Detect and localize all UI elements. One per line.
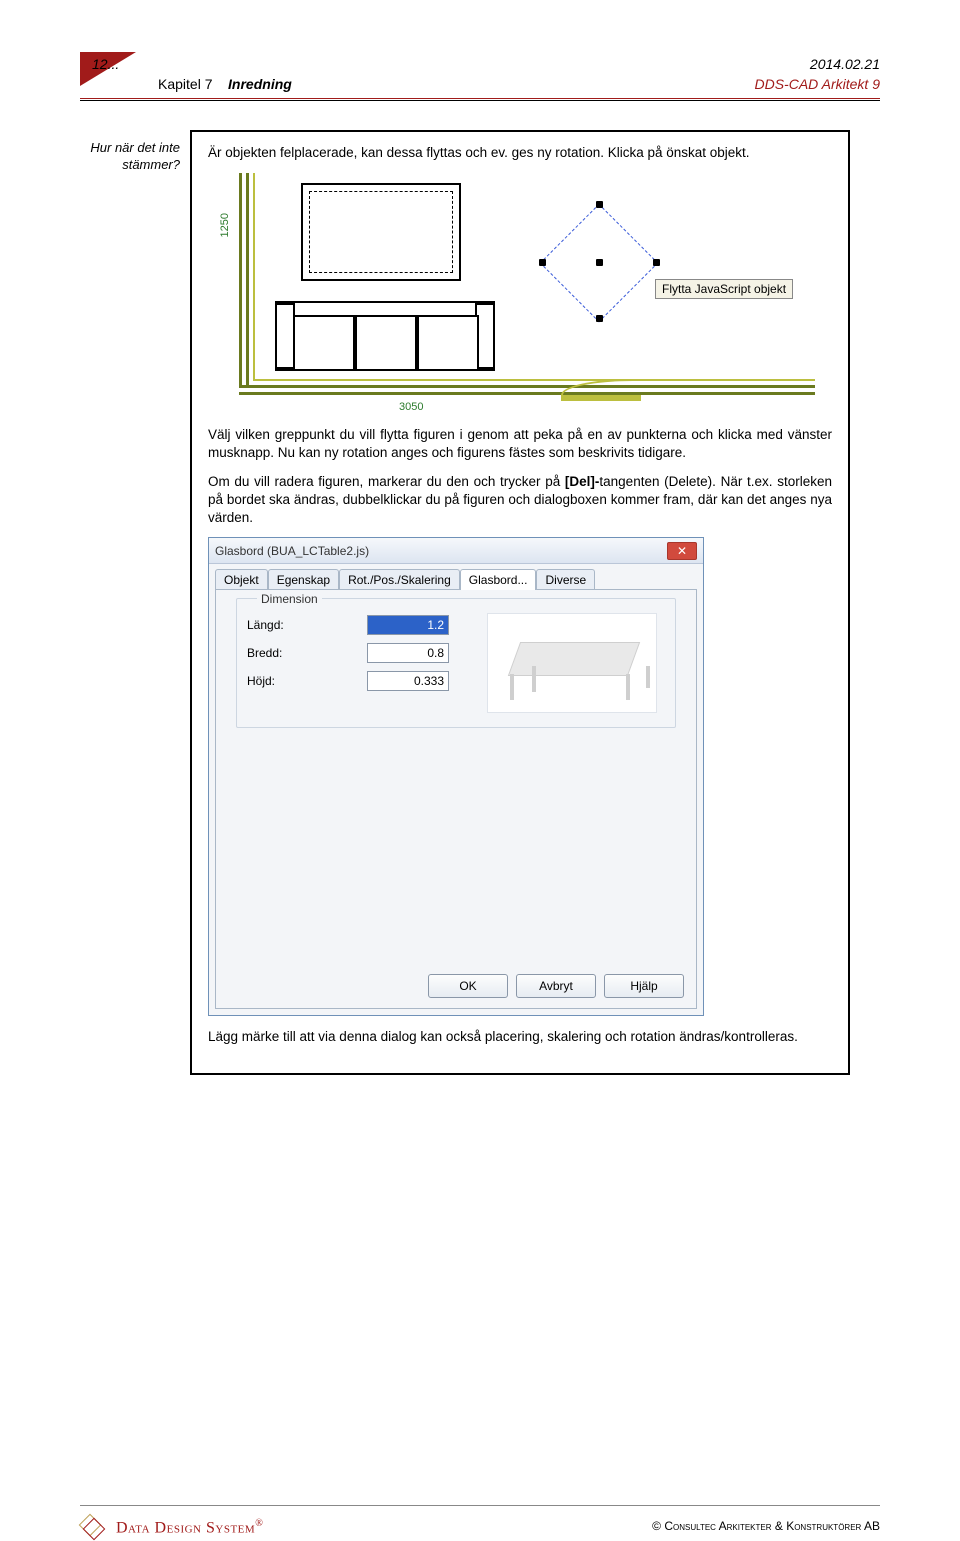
tab-diverse[interactable]: Diverse xyxy=(536,569,595,590)
height-field[interactable] xyxy=(367,671,449,691)
tab-objekt[interactable]: Objekt xyxy=(215,569,268,590)
dimension-horizontal: 3050 xyxy=(399,401,423,413)
length-label: Längd: xyxy=(247,618,367,632)
para-4: Lägg märke till att via denna dialog kan… xyxy=(208,1028,832,1046)
dialog-title: Glasbord (BUA_LCTable2.js) xyxy=(215,544,369,558)
object-preview xyxy=(487,613,657,713)
tab-glasbord[interactable]: Glasbord... xyxy=(460,569,537,590)
para-1: Är objekten felplacerade, kan dessa flyt… xyxy=(208,144,832,162)
footer-copyright: © Consultec Arkitekter & Konstruktörer A… xyxy=(652,1519,880,1533)
close-icon[interactable]: ✕ xyxy=(667,542,697,560)
width-field[interactable] xyxy=(367,643,449,663)
selected-object-handles xyxy=(539,203,659,323)
wall-horizontal xyxy=(239,385,815,395)
dialog-panel: Dimension Längd: Bredd: Höjd: xyxy=(215,589,697,1009)
dialog-titlebar: Glasbord (BUA_LCTable2.js) ✕ xyxy=(209,538,703,564)
content-box: Är objekten felplacerade, kan dessa flyt… xyxy=(190,130,850,1075)
chapter-title: Inredning xyxy=(228,76,292,92)
inner-wall-v xyxy=(253,173,255,381)
tv-symbol xyxy=(301,183,461,281)
door-symbol xyxy=(561,379,641,401)
move-tooltip: Flytta JavaScript objekt xyxy=(655,279,793,299)
height-label: Höjd: xyxy=(247,674,367,688)
properties-dialog: Glasbord (BUA_LCTable2.js) ✕ Objekt Egen… xyxy=(208,537,704,1016)
tab-egenskap[interactable]: Egenskap xyxy=(268,569,339,590)
header-date: 2014.02.21 xyxy=(810,56,880,72)
chapter-prefix: Kapitel 7 xyxy=(158,76,212,92)
dds-logo-icon xyxy=(80,1515,106,1541)
footer-logo: Data Design System® xyxy=(80,1515,263,1541)
tab-rot-pos-skalering[interactable]: Rot./Pos./Skalering xyxy=(339,569,460,590)
sofa-symbol xyxy=(275,301,495,371)
brand-right: DDS-CAD Arkitekt 9 xyxy=(754,76,880,92)
dimension-label: Dimension xyxy=(257,592,322,606)
del-key: [Del]- xyxy=(565,474,600,489)
dimension-group: Dimension Längd: Bredd: Höjd: xyxy=(236,598,676,728)
width-label: Bredd: xyxy=(247,646,367,660)
cancel-button[interactable]: Avbryt xyxy=(516,974,596,998)
marginal-note: Hur när det inte stämmer? xyxy=(80,140,180,174)
help-button[interactable]: Hjälp xyxy=(604,974,684,998)
wall-vertical xyxy=(239,173,249,393)
length-field[interactable] xyxy=(367,615,449,635)
dimension-vertical: 1250 xyxy=(219,213,231,237)
dialog-tabstrip: Objekt Egenskap Rot./Pos./Skalering Glas… xyxy=(209,564,703,589)
inner-wall-h xyxy=(253,379,815,381)
para-2: Välj vilken greppunkt du vill flytta fig… xyxy=(208,426,832,462)
table-3d-icon xyxy=(498,632,648,702)
rule-black xyxy=(80,100,880,101)
ok-button[interactable]: OK xyxy=(428,974,508,998)
para-3: Om du vill radera figuren, markerar du d… xyxy=(208,473,832,528)
footer-rule xyxy=(80,1505,880,1506)
footer-logo-text: Data Design System® xyxy=(116,1518,263,1537)
floorplan-figure: Flytta JavaScript objekt 1250 3050 xyxy=(208,172,816,412)
para-3a: Om du vill radera figuren, markerar du d… xyxy=(208,474,565,489)
rule-red xyxy=(80,98,880,99)
page-number: 12... xyxy=(92,56,119,72)
chapter-line: Kapitel 7 Inredning xyxy=(158,76,292,92)
